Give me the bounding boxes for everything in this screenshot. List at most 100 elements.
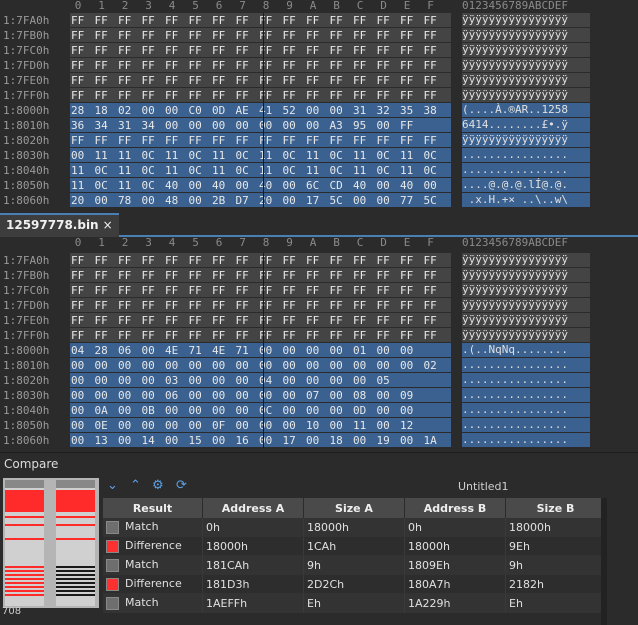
hex-byte[interactable]: 08 — [353, 389, 371, 402]
hex-byte[interactable]: 71 — [236, 344, 254, 357]
hex-byte[interactable]: FF — [189, 74, 207, 87]
hex-byte[interactable]: C0 — [189, 104, 207, 117]
hex-byte[interactable]: FF — [306, 254, 324, 267]
hex-row[interactable]: 1:8010h 36 34 31 34 00 00 00 00 00 00 00 A3 95 00 FF 641… — [0, 118, 638, 133]
hex-byte[interactable]: 00 — [142, 104, 160, 117]
hex-byte[interactable]: D7 — [236, 194, 254, 207]
hex-byte[interactable]: 20 — [259, 194, 277, 207]
hex-byte[interactable]: FF — [259, 254, 277, 267]
hex-byte[interactable]: FF — [400, 14, 418, 27]
hex-byte[interactable]: 00 — [142, 359, 160, 372]
hex-byte[interactable]: 00 — [306, 434, 324, 447]
ascii-text[interactable]: .x.H.+× ..\..w\ — [462, 193, 590, 207]
hex-byte[interactable]: 11 — [118, 149, 136, 162]
hex-byte[interactable]: 11 — [71, 164, 89, 177]
hex-byte[interactable]: 0C — [95, 179, 113, 192]
hex-byte[interactable]: FF — [71, 74, 89, 87]
hex-byte[interactable]: FF — [377, 269, 395, 282]
hex-byte[interactable]: FF — [236, 89, 254, 102]
chevron-up-icon[interactable]: ⌃ — [130, 478, 141, 493]
hex-byte[interactable]: FF — [283, 284, 301, 297]
hex-byte[interactable]: FF — [142, 314, 160, 327]
hex-byte[interactable]: FF — [259, 29, 277, 42]
hex-byte[interactable]: FF — [424, 269, 442, 282]
hex-byte[interactable]: FF — [95, 29, 113, 42]
hex-byte[interactable]: 00 — [283, 419, 301, 432]
hex-byte[interactable]: FF — [330, 329, 348, 342]
hex-byte[interactable]: 0C — [283, 164, 301, 177]
hex-byte[interactable]: 04 — [259, 374, 277, 387]
hex-byte[interactable]: 10 — [306, 419, 324, 432]
hex-byte[interactable]: FF — [353, 134, 371, 147]
hex-byte[interactable]: FF — [236, 284, 254, 297]
hex-byte[interactable]: 00 — [283, 194, 301, 207]
hex-byte[interactable]: FF — [236, 314, 254, 327]
ascii-text[interactable]: ................ — [462, 418, 590, 432]
hex-byte[interactable]: FF — [118, 269, 136, 282]
hex-byte[interactable]: FF — [165, 284, 183, 297]
hex-row[interactable]: 1:8050h 11 0C 11 0C 40 00 40 00 40 00 6C CD 40 00 40 00.… — [0, 178, 638, 193]
hex-byte[interactable]: FF — [236, 59, 254, 72]
hex-byte[interactable]: FF — [236, 134, 254, 147]
hex-byte[interactable]: FF — [142, 284, 160, 297]
hex-byte[interactable]: 00 — [353, 434, 371, 447]
hex-byte[interactable]: 00 — [377, 359, 395, 372]
hex-byte[interactable]: 00 — [353, 194, 371, 207]
hex-byte[interactable]: FF — [189, 329, 207, 342]
hex-byte[interactable]: 34 — [142, 119, 160, 132]
hex-byte[interactable]: FF — [424, 29, 442, 42]
hex-byte[interactable]: 40 — [212, 179, 230, 192]
ascii-text[interactable]: ....@.@.@.lÍ@.@. — [462, 178, 590, 192]
hex-byte[interactable]: 00 — [306, 404, 324, 417]
hex-byte[interactable]: FF — [306, 89, 324, 102]
hex-byte[interactable]: 11 — [212, 164, 230, 177]
hex-byte[interactable]: FF — [306, 14, 324, 27]
hex-byte[interactable]: FF — [259, 74, 277, 87]
hex-byte[interactable]: 00 — [259, 389, 277, 402]
hex-byte[interactable]: FF — [95, 44, 113, 57]
hex-byte[interactable]: 52 — [283, 104, 301, 117]
hex-byte[interactable]: FF — [189, 284, 207, 297]
hex-byte[interactable]: FF — [424, 329, 442, 342]
hex-byte[interactable]: FF — [424, 314, 442, 327]
hex-byte[interactable]: FF — [118, 59, 136, 72]
hex-byte[interactable]: FF — [236, 14, 254, 27]
hex-byte[interactable]: 32 — [377, 104, 395, 117]
hex-byte[interactable]: 00 — [283, 389, 301, 402]
hex-byte[interactable]: FF — [283, 14, 301, 27]
hex-byte[interactable]: 78 — [118, 194, 136, 207]
hex-byte[interactable]: 00 — [71, 374, 89, 387]
hex-byte[interactable]: 00 — [400, 434, 418, 447]
hex-byte[interactable]: 00 — [283, 344, 301, 357]
hex-byte[interactable]: 00 — [400, 359, 418, 372]
hex-byte[interactable]: 06 — [118, 344, 136, 357]
ascii-text[interactable]: ÿÿÿÿÿÿÿÿÿÿÿÿÿÿÿÿ — [462, 298, 590, 312]
hex-byte[interactable]: FF — [71, 329, 89, 342]
hex-byte[interactable]: 0C — [377, 149, 395, 162]
hex-byte[interactable]: FF — [189, 314, 207, 327]
hex-byte[interactable]: FF — [400, 314, 418, 327]
hex-byte[interactable]: FF — [71, 314, 89, 327]
hex-byte[interactable]: 00 — [189, 419, 207, 432]
hex-byte[interactable]: 05 — [377, 374, 395, 387]
hex-byte[interactable]: 01 — [353, 344, 371, 357]
hex-byte[interactable]: 11 — [212, 149, 230, 162]
hex-byte[interactable]: FF — [353, 284, 371, 297]
hex-byte[interactable]: 0C — [424, 149, 442, 162]
hex-byte[interactable]: FF — [212, 299, 230, 312]
hex-byte[interactable]: FF — [212, 44, 230, 57]
hex-byte[interactable]: 40 — [259, 179, 277, 192]
hex-byte[interactable]: 00 — [306, 119, 324, 132]
hex-byte[interactable]: 16 — [236, 434, 254, 447]
hex-byte[interactable]: FF — [95, 134, 113, 147]
hex-byte[interactable]: 00 — [212, 404, 230, 417]
hex-byte[interactable]: 00 — [330, 359, 348, 372]
hex-byte[interactable]: FF — [400, 269, 418, 282]
hex-byte[interactable]: 5C — [330, 194, 348, 207]
hex-byte[interactable]: 00 — [330, 419, 348, 432]
hex-byte[interactable]: FF — [330, 14, 348, 27]
ascii-text[interactable]: ÿÿÿÿÿÿÿÿÿÿÿÿÿÿÿÿ — [462, 283, 590, 297]
hex-byte[interactable]: FF — [118, 29, 136, 42]
hex-byte[interactable]: FF — [306, 329, 324, 342]
hex-byte[interactable]: FF — [142, 329, 160, 342]
